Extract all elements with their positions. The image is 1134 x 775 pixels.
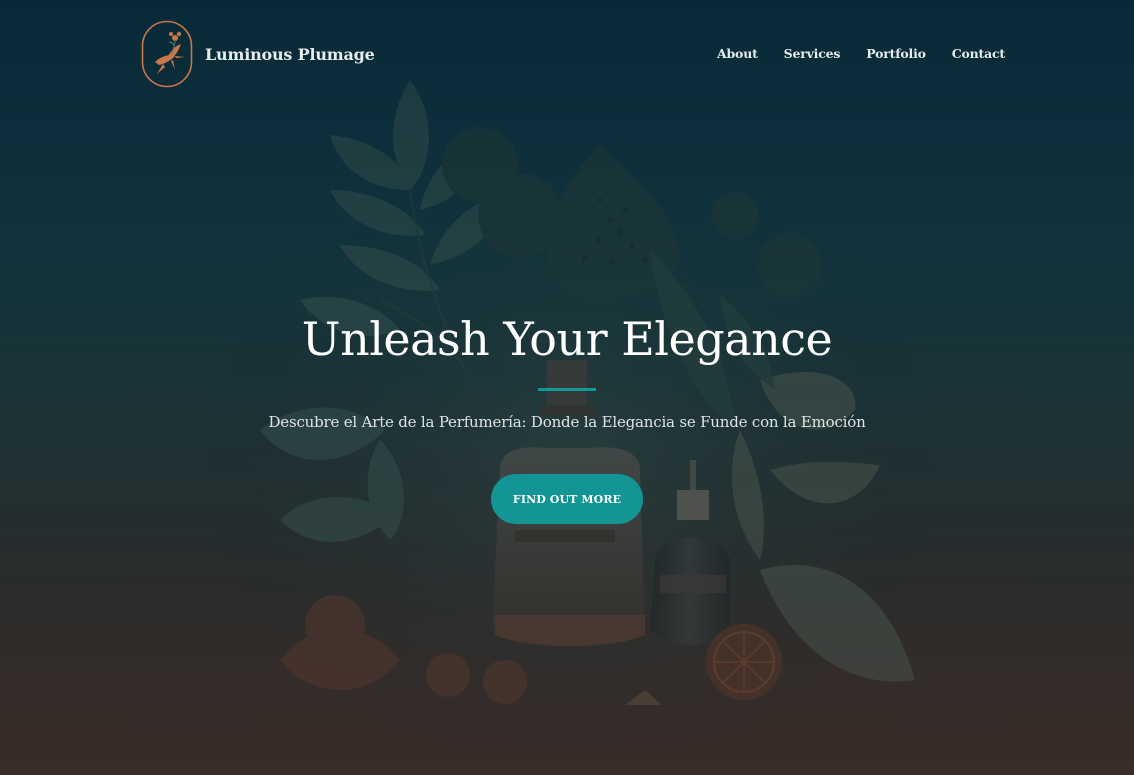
nav-item-services[interactable]: Services <box>784 46 841 61</box>
nav-item-portfolio[interactable]: Portfolio <box>866 46 926 61</box>
hero-section: Luminous Plumage About Services Portfoli… <box>0 0 1134 775</box>
main-nav: About Services Portfolio Contact <box>717 46 1005 61</box>
find-out-more-button[interactable]: FIND OUT MORE <box>491 474 643 524</box>
hero-title: Unleash Your Elegance <box>301 312 833 366</box>
brand-logo[interactable]: Luminous Plumage <box>141 20 375 88</box>
title-divider <box>538 388 596 391</box>
brand-name: Luminous Plumage <box>205 44 375 64</box>
nav-item-about[interactable]: About <box>717 46 758 61</box>
hero-subtitle: Descubre el Arte de la Perfumería: Donde… <box>268 413 866 431</box>
hummingbird-icon <box>141 20 193 88</box>
nav-item-contact[interactable]: Contact <box>952 46 1005 61</box>
